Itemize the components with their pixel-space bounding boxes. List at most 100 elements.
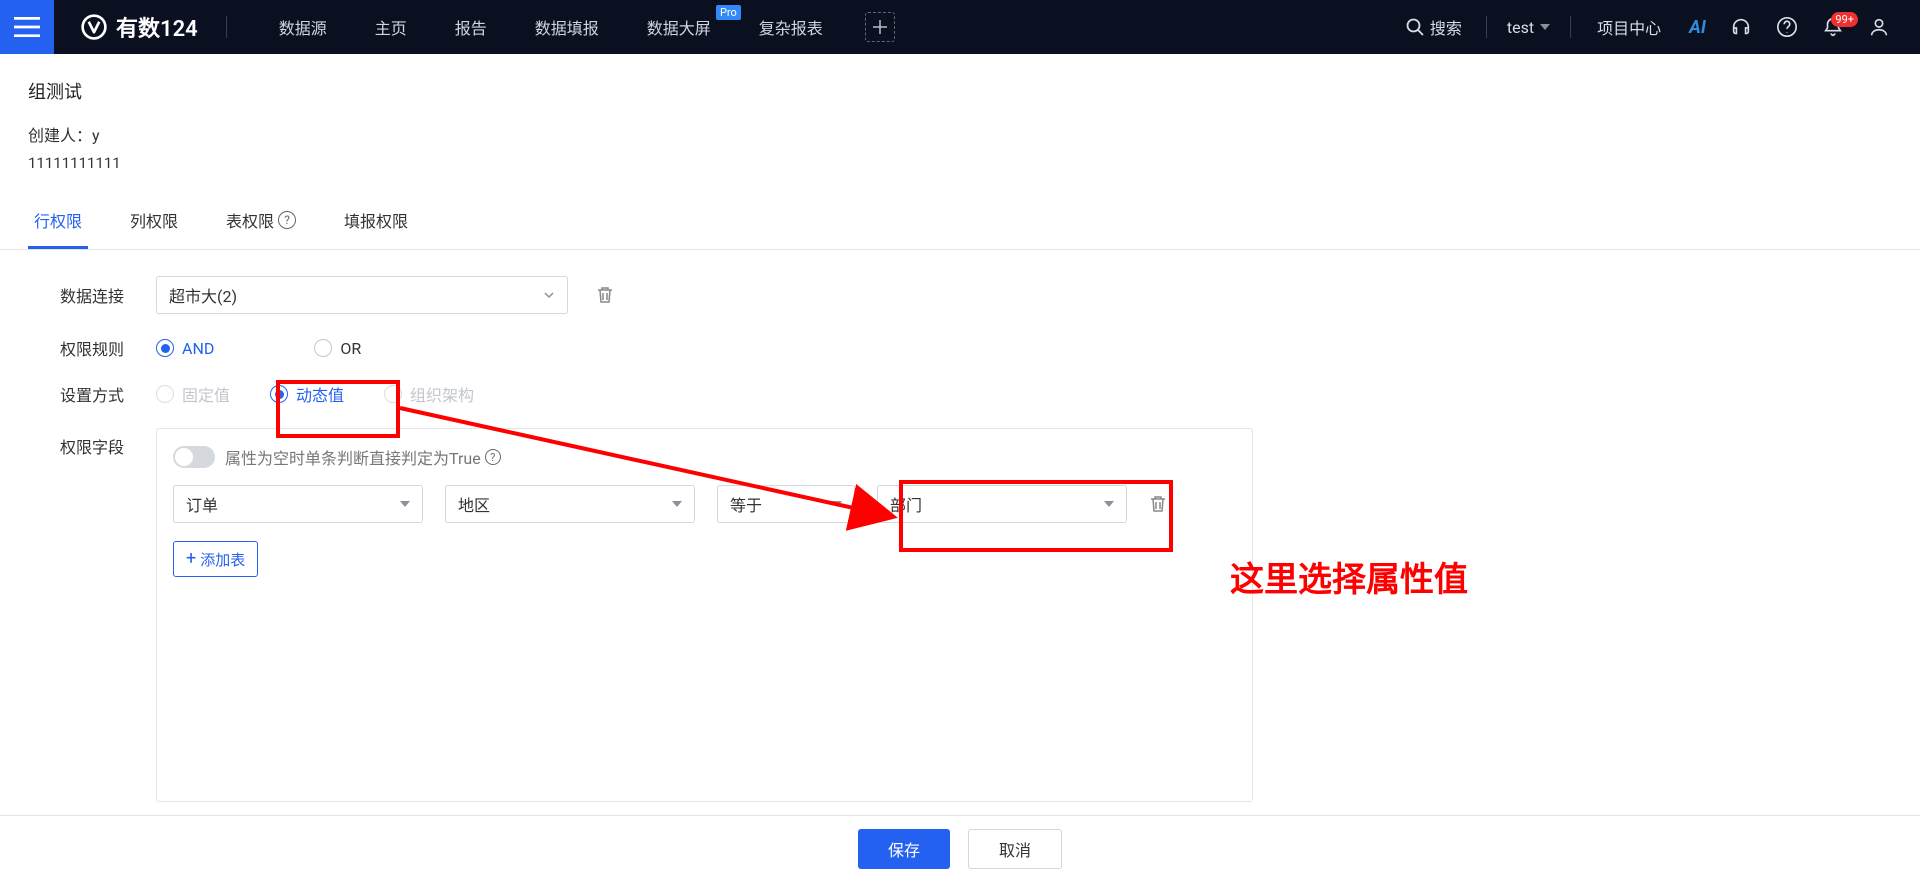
logo-text: 有数124: [116, 11, 198, 43]
trash-icon: [1149, 495, 1167, 513]
help-icon[interactable]: ?: [485, 449, 501, 465]
hamburger-icon: [14, 17, 40, 37]
creator-value: y: [92, 126, 100, 145]
nav-dashboard[interactable]: 数据大屏 Pro: [623, 0, 735, 54]
divider: [226, 16, 227, 38]
row-field: 权限字段 属性为空时单条判断直接判定为True ? 订单 地区: [60, 428, 1860, 802]
radio-or-label: OR: [340, 339, 361, 358]
search-label: 搜索: [1430, 15, 1462, 39]
chevron-down-icon: [543, 289, 555, 301]
rule-label: 权限规则: [60, 336, 156, 360]
delete-connection-button[interactable]: [596, 286, 614, 304]
page-title: 组测试: [28, 78, 1892, 104]
operator-select[interactable]: 等于: [717, 485, 855, 523]
top-bar: 有数124 数据源 主页 报告 数据填报 数据大屏 Pro 复杂报表 搜索 te…: [0, 0, 1920, 54]
table-select[interactable]: 订单: [173, 485, 423, 523]
footer-bar: 保存 取消: [0, 815, 1920, 881]
headset-icon: [1730, 16, 1752, 38]
caret-down-icon: [1540, 24, 1550, 30]
caret-down-icon: [400, 501, 410, 507]
field-select[interactable]: 地区: [445, 485, 695, 523]
mode-label: 设置方式: [60, 382, 156, 406]
nav-dashboard-label: 数据大屏: [647, 15, 711, 39]
help-icon: [1776, 16, 1798, 38]
add-table-label: 添加表: [200, 549, 245, 570]
radio-or[interactable]: OR: [314, 339, 361, 358]
headset-button[interactable]: [1718, 16, 1764, 38]
mode-radio-group: 固定值 动态值 组织架构: [156, 382, 474, 406]
tabs: 行权限 列权限 表权限 ? 填报权限: [0, 196, 1920, 250]
nav-complex-report[interactable]: 复杂报表: [735, 0, 847, 54]
data-conn-select[interactable]: 超市大(2): [156, 276, 568, 314]
data-conn-value: 超市大(2): [169, 283, 237, 307]
save-button[interactable]: 保存: [858, 829, 950, 869]
tab-table-permission[interactable]: 表权限 ?: [220, 196, 302, 249]
divider: [1486, 16, 1487, 38]
field-label: 权限字段: [60, 428, 156, 458]
table-select-value: 订单: [186, 492, 218, 516]
ai-link[interactable]: AI: [1677, 17, 1718, 38]
plus-icon: [873, 20, 887, 34]
user-name: test: [1507, 18, 1534, 37]
notification-count: 99+: [1831, 12, 1858, 27]
help-button[interactable]: [1764, 16, 1810, 38]
nav-datasource[interactable]: 数据源: [255, 0, 351, 54]
row-mode: 设置方式 固定值 动态值 组织架构: [60, 382, 1860, 406]
project-center-link[interactable]: 项目中心: [1581, 15, 1677, 39]
logo-icon: [80, 13, 108, 41]
top-right: 搜索 test 项目中心 AI 99+: [1392, 0, 1920, 54]
cancel-button[interactable]: 取消: [968, 829, 1062, 869]
radio-icon: [314, 339, 332, 357]
description: 11111111111: [28, 154, 1892, 172]
nav-report[interactable]: 报告: [431, 0, 511, 54]
tab-column-permission[interactable]: 列权限: [124, 196, 184, 249]
radio-fixed-label: 固定值: [182, 382, 230, 406]
radio-and-label: AND: [182, 339, 214, 358]
help-icon[interactable]: ?: [278, 211, 296, 229]
tab-row-permission[interactable]: 行权限: [28, 196, 88, 249]
caret-down-icon: [672, 501, 682, 507]
radio-and[interactable]: AND: [156, 339, 214, 358]
tab-fill-permission[interactable]: 填报权限: [338, 196, 414, 249]
toggle-label: 属性为空时单条判断直接判定为True ?: [225, 445, 501, 469]
notification-button[interactable]: 99+: [1810, 16, 1856, 38]
value-select[interactable]: 部门: [877, 485, 1127, 523]
search-icon: [1406, 18, 1424, 36]
radio-org[interactable]: 组织架构: [384, 382, 474, 406]
nav-datafill[interactable]: 数据填报: [511, 0, 623, 54]
toggle-row: 属性为空时单条判断直接判定为True ?: [173, 445, 1236, 469]
field-select-value: 地区: [458, 492, 490, 516]
radio-icon: [384, 385, 402, 403]
form-area: 数据连接 超市大(2) 权限规则 AND OR 设置方式 固定值: [0, 250, 1920, 850]
plus-icon: +: [186, 550, 196, 568]
radio-dynamic[interactable]: 动态值: [270, 382, 344, 406]
divider: [1570, 16, 1571, 38]
null-true-toggle[interactable]: [173, 446, 215, 468]
nav-home[interactable]: 主页: [351, 0, 431, 54]
operator-value: 等于: [730, 492, 762, 516]
field-panel: 属性为空时单条判断直接判定为True ? 订单 地区 等于 部: [156, 428, 1253, 802]
hamburger-menu[interactable]: [0, 0, 54, 54]
data-conn-label: 数据连接: [60, 283, 156, 307]
radio-icon: [270, 385, 288, 403]
toggle-text: 属性为空时单条判断直接判定为True: [225, 445, 481, 469]
caret-down-icon: [832, 501, 842, 507]
add-table-button[interactable]: + 添加表: [173, 541, 258, 577]
row-rule: 权限规则 AND OR: [60, 336, 1860, 360]
creator-label: 创建人：: [28, 126, 92, 145]
radio-dynamic-label: 动态值: [296, 382, 344, 406]
row-data-connection: 数据连接 超市大(2): [60, 276, 1860, 314]
profile-button[interactable]: [1856, 16, 1902, 38]
add-tab-button[interactable]: [865, 12, 895, 42]
logo[interactable]: 有数124: [80, 11, 198, 43]
creator-line: 创建人：y: [28, 122, 1892, 146]
radio-fixed[interactable]: 固定值: [156, 382, 230, 406]
user-dropdown[interactable]: test: [1497, 18, 1560, 37]
rule-radio-group: AND OR: [156, 339, 361, 358]
delete-condition-button[interactable]: [1149, 495, 1167, 513]
search-button[interactable]: 搜索: [1392, 15, 1476, 39]
radio-icon: [156, 339, 174, 357]
trash-icon: [596, 286, 614, 304]
condition-row: 订单 地区 等于 部门: [173, 485, 1236, 523]
profile-icon: [1868, 16, 1890, 38]
